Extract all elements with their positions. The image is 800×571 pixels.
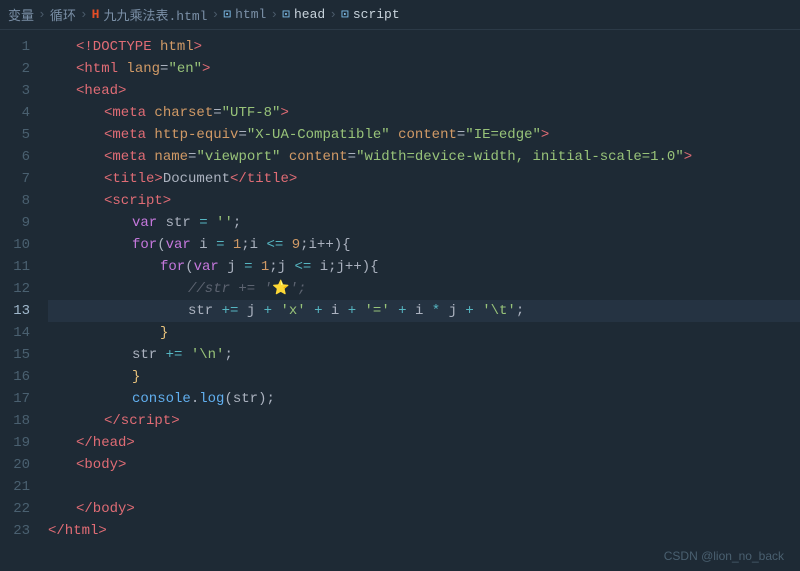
line-numbers: 1 2 3 4 5 6 7 8 9 10 11 12 13 14 15 16 1… [0,30,40,571]
code-line-11: for(var j = 1;j <= i;j++){ [48,256,800,278]
watermark: CSDN @lion_no_back [664,549,784,563]
code-line-21 [48,476,800,498]
code-line-13: str += j + 'x' + i + '=' + i * j + '\t'; [48,300,800,322]
code-area[interactable]: <!DOCTYPE html> <html lang="en"> <head> … [40,30,800,571]
code-line-7: <title>Document</title> [48,168,800,190]
breadcrumb-filename: 九九乘法表.html [103,5,207,24]
breadcrumb-bar: 变量 › 循环 › H 九九乘法表.html › ⊡ html › ⊡ head… [0,0,800,30]
code-line-14: } [48,322,800,344]
code-line-18: </script> [48,410,800,432]
code-line-19: </head> [48,432,800,454]
code-line-16: } [48,366,800,388]
code-line-4: <meta charset="UTF-8"> [48,102,800,124]
code-line-9: var str = ''; [48,212,800,234]
breadcrumb-variables[interactable]: 变量 [8,5,34,24]
code-line-12: //str += '⭐'; [48,278,800,300]
html5-icon: H [92,7,100,22]
breadcrumb-sep-3: › [211,7,219,22]
breadcrumb-html-node[interactable]: ⊡ html [223,7,266,22]
breadcrumb-script-label: script [353,7,400,22]
breadcrumb-loop[interactable]: 循环 [50,5,76,24]
editor: 1 2 3 4 5 6 7 8 9 10 11 12 13 14 15 16 1… [0,30,800,571]
code-line-5: <meta http-equiv="X-UA-Compatible" conte… [48,124,800,146]
code-line-1: <!DOCTYPE html> [48,36,800,58]
breadcrumb-head-label: head [294,7,325,22]
code-line-17: console.log(str); [48,388,800,410]
head-node-icon: ⊡ [282,7,290,22]
breadcrumb-script-node[interactable]: ⊡ script [341,7,400,22]
code-line-20: <body> [48,454,800,476]
code-line-23: </html> [48,520,800,542]
script-node-icon: ⊡ [341,7,349,22]
code-line-2: <html lang="en"> [48,58,800,80]
code-line-6: <meta name="viewport" content="width=dev… [48,146,800,168]
html-node-icon: ⊡ [223,7,231,22]
code-line-8: <script> [48,190,800,212]
code-line-3: <head> [48,80,800,102]
code-line-15: str += '\n'; [48,344,800,366]
breadcrumb-file[interactable]: H 九九乘法表.html [92,5,208,24]
breadcrumb-sep-5: › [329,7,337,22]
breadcrumb-sep-2: › [80,7,88,22]
breadcrumb-sep-1: › [38,7,46,22]
breadcrumb-sep-4: › [270,7,278,22]
code-line-10: for(var i = 1;i <= 9;i++){ [48,234,800,256]
breadcrumb-label: 循环 [50,5,76,24]
breadcrumb-label: 变量 [8,5,34,24]
breadcrumb-html-label: html [235,7,266,22]
code-line-22: </body> [48,498,800,520]
breadcrumb-head-node[interactable]: ⊡ head [282,7,325,22]
